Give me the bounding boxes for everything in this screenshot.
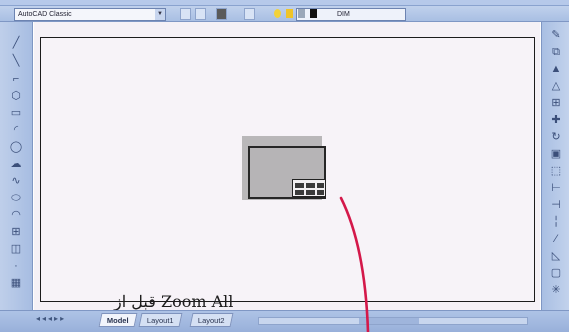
tab-layout2[interactable]: Layout2	[189, 313, 234, 327]
scale-icon[interactable]: ▣	[547, 147, 565, 161]
line-icon[interactable]: ╱	[7, 36, 25, 50]
draw-toolbar: ╱ ╲ ⌐ ⬡ ▭ ◜ ◯ ☁ ∿ ⬭ ◠ ⊞ ◫ · ▦	[0, 22, 33, 322]
break-icon[interactable]: ╎	[547, 215, 565, 229]
menu-strip	[0, 0, 569, 6]
erase-icon[interactable]: ✎	[547, 28, 565, 42]
drawing-area[interactable]: قبل از Zoom All	[34, 22, 540, 311]
bulb-icon	[274, 9, 281, 18]
chevron-down-icon[interactable]: ▼	[155, 9, 165, 20]
arc-icon[interactable]: ◜	[7, 123, 25, 137]
save-workspace-button[interactable]	[195, 8, 206, 20]
workspace-settings-button[interactable]	[180, 8, 191, 20]
layout-tab-bar: ◂◂◂▸▸ Model Layout1 Layout2	[0, 310, 569, 332]
scrollbar-thumb[interactable]	[359, 318, 419, 324]
rectangle-icon[interactable]: ▭	[7, 106, 25, 120]
explode-icon[interactable]: ✳	[547, 283, 565, 297]
modify-toolbar: ✎ ⧉ ▲ △ ⊞ ✚ ↻ ▣ ⬚ ⊢ ⊣ ╎ ⁄ ◺ ▢ ✳	[541, 22, 569, 322]
lock-icon	[298, 9, 305, 18]
circle-icon[interactable]: ◯	[7, 140, 25, 154]
horizontal-scrollbar[interactable]	[258, 317, 528, 325]
title-block	[292, 179, 326, 197]
hatch-icon[interactable]: ▦	[7, 276, 25, 290]
top-toolbar: AutoCAD Classic ▼ DIM	[0, 0, 569, 22]
tab-layout2-label: Layout2	[197, 316, 225, 325]
trim-icon[interactable]: ⊢	[547, 181, 565, 195]
extend-icon[interactable]: ⊣	[547, 198, 565, 212]
color-swatch-icon	[310, 9, 317, 18]
point-icon[interactable]: ·	[7, 259, 25, 273]
make-block-icon[interactable]: ◫	[7, 242, 25, 256]
layer-state-icons	[270, 9, 330, 19]
ellipse-icon[interactable]: ⬭	[7, 191, 25, 205]
layer-properties-button[interactable]	[216, 8, 227, 20]
tab-model-label: Model	[106, 316, 129, 325]
tab-navigation-arrows[interactable]: ◂◂◂▸▸	[36, 314, 66, 323]
spline-icon[interactable]: ∿	[7, 174, 25, 188]
drawing-extents[interactable]	[242, 136, 326, 200]
revision-cloud-icon[interactable]: ☁	[7, 157, 25, 171]
workspace-select-value: AutoCAD Classic	[18, 11, 72, 18]
offset-icon[interactable]: △	[547, 79, 565, 93]
layer-select-value: DIM	[337, 11, 350, 18]
copy-icon[interactable]: ⧉	[547, 45, 565, 59]
sun-icon	[286, 9, 293, 18]
polyline-icon[interactable]: ⌐	[7, 72, 25, 86]
tab-layout1[interactable]: Layout1	[138, 313, 183, 327]
rotate-icon[interactable]: ↻	[547, 130, 565, 144]
stretch-icon[interactable]: ⬚	[547, 164, 565, 178]
tab-layout1-label: Layout1	[146, 316, 174, 325]
fillet-icon[interactable]: ▢	[547, 266, 565, 280]
array-icon[interactable]: ⊞	[547, 96, 565, 110]
insert-block-icon[interactable]: ⊞	[7, 225, 25, 239]
mirror-icon[interactable]: ▲	[547, 62, 565, 76]
construction-line-icon[interactable]: ╲	[7, 54, 25, 68]
ellipse-arc-icon[interactable]: ◠	[7, 208, 25, 222]
move-icon[interactable]: ✚	[547, 113, 565, 127]
layer-state-button[interactable]	[244, 8, 255, 20]
polygon-icon[interactable]: ⬡	[7, 89, 25, 103]
chamfer-icon[interactable]: ◺	[547, 249, 565, 263]
tab-model[interactable]: Model	[98, 313, 138, 327]
join-icon[interactable]: ⁄	[547, 232, 565, 246]
workspace-select[interactable]: AutoCAD Classic ▼	[14, 8, 166, 21]
